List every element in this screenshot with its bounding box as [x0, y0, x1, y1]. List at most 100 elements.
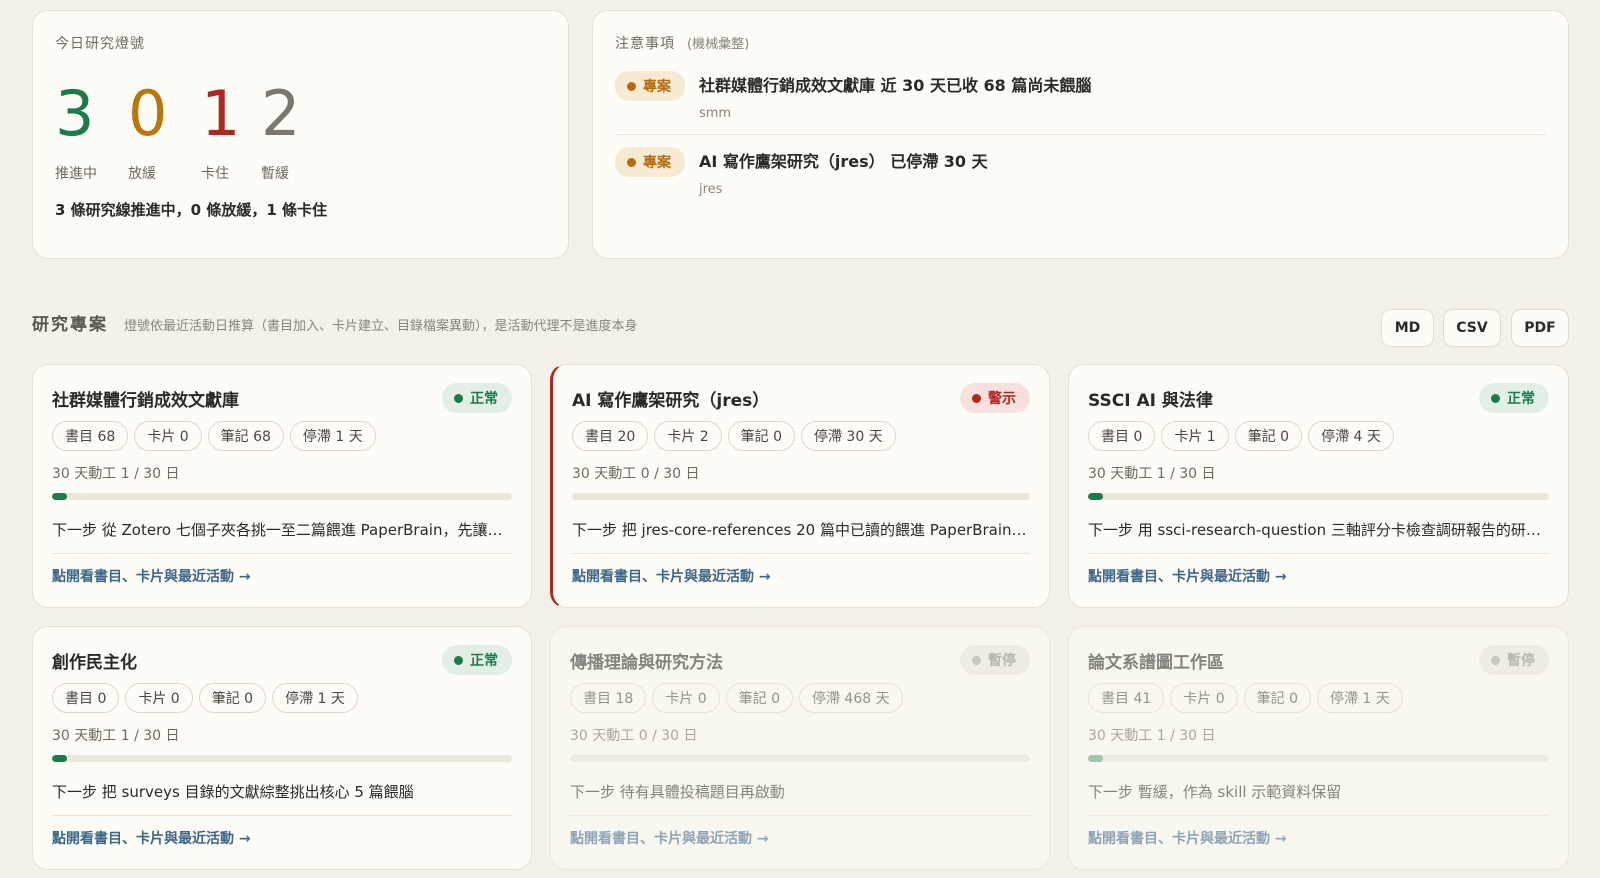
- light-counts: 3 0 1 2: [55, 79, 546, 149]
- stat-chip: 停滯 4 天: [1308, 421, 1394, 451]
- status-badge: 正常: [1479, 383, 1549, 413]
- notice-item[interactable]: 專案 AI 寫作鷹架研究（jres） 已停滯 30 天 jres: [615, 134, 1546, 210]
- project-card[interactable]: 社群媒體行銷成效文獻庫 正常 書目 68 卡片 0 筆記 68 停滯 1 天 30 天…: [32, 364, 532, 608]
- label-slowing: 放緩: [128, 166, 156, 182]
- next-step-text: 下一步 從 Zotero 七個子夾各挑一至二篇餵進 PaperBrain，先讓卡…: [52, 521, 512, 539]
- project-card[interactable]: SSCI AI 與法律 正常 書目 0 卡片 1 筆記 0 停滯 4 天 30 天動工…: [1068, 364, 1569, 608]
- project-detail-link[interactable]: 點開看書目、卡片與最近活動 →: [570, 828, 1030, 848]
- dot-icon: [627, 157, 636, 167]
- project-title: AI 寫作鷹架研究（jres）: [572, 390, 770, 411]
- stat-chip: 停滯 30 天: [800, 421, 896, 451]
- stat-chip: 書目 0: [52, 683, 120, 713]
- status-badge: 正常: [442, 383, 512, 413]
- activity-text: 30 天動工 1 / 30 日: [1088, 466, 1216, 482]
- stat-chip: 書目 68: [52, 421, 129, 451]
- project-title: SSCI AI 與法律: [1088, 390, 1213, 411]
- lights-summary: 3 條研究線推進中，0 條放緩，1 條卡住: [55, 201, 327, 219]
- notices-card: 注意事項 (機械彙整) 專案 社群媒體行銷成效文獻庫 近 30 天已收 68 篇…: [592, 10, 1569, 259]
- status-label: 暫停: [1507, 653, 1535, 669]
- export-pdf-button[interactable]: PDF: [1511, 309, 1569, 347]
- stat-chip: 筆記 68: [207, 421, 284, 451]
- research-lights-card: 今日研究燈號 3 0 1 2 推進中 放緩 卡住 暫緩 3 條研究線推進中，0 …: [32, 10, 569, 259]
- project-card[interactable]: 論文系譜圖工作區 暫停 書目 41 卡片 0 筆記 0 停滯 1 天 30 天動工 1…: [1068, 626, 1569, 870]
- activity-progress-bar: [572, 493, 1030, 500]
- notice-item[interactable]: 專案 社群媒體行銷成效文獻庫 近 30 天已收 68 篇尚未餵腦 smm: [615, 71, 1546, 134]
- status-label: 正常: [1507, 391, 1535, 407]
- divider: [52, 815, 512, 816]
- project-detail-link[interactable]: 點開看書目、卡片與最近活動 →: [1088, 566, 1549, 586]
- status-dot-icon: [1491, 655, 1500, 665]
- section-title: 研究專案: [32, 315, 108, 335]
- export-csv-button[interactable]: CSV: [1443, 309, 1501, 347]
- stat-chip: 筆記 0: [727, 421, 795, 451]
- divider: [570, 815, 1030, 816]
- project-detail-link[interactable]: 點開看書目、卡片與最近活動 →: [1088, 828, 1549, 848]
- dot-icon: [627, 81, 636, 91]
- activity-progress-fill: [1088, 493, 1104, 500]
- stat-chip: 卡片 0: [1170, 683, 1238, 713]
- status-dot-icon: [454, 655, 463, 665]
- export-md-button[interactable]: MD: [1381, 309, 1434, 347]
- activity-progress-fill: [1088, 755, 1104, 762]
- project-card[interactable]: 創作民主化 正常 書目 0 卡片 0 筆記 0 停滯 1 天 30 天動工 1 / 3…: [32, 626, 532, 870]
- next-step-text: 下一步 把 jres-core-references 20 篇中已讀的餵進 Pa…: [572, 521, 1030, 539]
- activity-progress-bar: [52, 755, 512, 762]
- section-description: 燈號依最近活動日推算（書目加入、卡片建立、目錄檔案異動），是活動代理不是進度本身: [124, 319, 638, 334]
- status-label: 正常: [470, 391, 498, 407]
- stat-chip: 卡片 2: [654, 421, 722, 451]
- stat-chip: 筆記 0: [1243, 683, 1311, 713]
- light-count-advancing: 3: [55, 79, 128, 149]
- status-dot-icon: [1491, 393, 1500, 403]
- stat-chip: 停滯 468 天: [798, 683, 903, 713]
- divider: [1088, 553, 1549, 554]
- stat-chip: 卡片 1: [1161, 421, 1229, 451]
- project-tag: 專案: [615, 147, 685, 177]
- label-paused: 暫緩: [261, 166, 289, 182]
- activity-progress-bar: [1088, 755, 1549, 762]
- count-slowing: 0: [128, 77, 168, 150]
- project-title: 社群媒體行銷成效文獻庫: [52, 390, 239, 411]
- status-dot-icon: [454, 393, 463, 403]
- project-card[interactable]: 傳播理論與研究方法 暫停 書目 18 卡片 0 筆記 0 停滯 468 天 30 天動…: [550, 626, 1050, 870]
- activity-text: 30 天動工 0 / 30 日: [570, 728, 698, 744]
- project-title: 論文系譜圖工作區: [1088, 652, 1224, 673]
- status-badge: 警示: [960, 383, 1030, 413]
- stat-chip: 停滯 1 天: [289, 421, 376, 451]
- label-advancing: 推進中: [55, 166, 97, 182]
- count-advancing: 3: [55, 77, 95, 150]
- activity-progress-bar: [1088, 493, 1549, 500]
- project-title: 傳播理論與研究方法: [570, 652, 723, 673]
- project-detail-link[interactable]: 點開看書目、卡片與最近活動 →: [52, 828, 512, 848]
- project-detail-link[interactable]: 點開看書目、卡片與最近活動 →: [572, 566, 1030, 586]
- stat-chip: 筆記 0: [198, 683, 267, 713]
- activity-text: 30 天動工 1 / 30 日: [52, 728, 180, 744]
- divider: [572, 553, 1030, 554]
- project-stats: 書目 68 卡片 0 筆記 68 停滯 1 天: [52, 421, 512, 451]
- project-title: 創作民主化: [52, 652, 137, 673]
- project-detail-link[interactable]: 點開看書目、卡片與最近活動 →: [52, 566, 512, 586]
- stat-chip: 卡片 0: [134, 421, 202, 451]
- activity-progress-bar: [52, 493, 512, 500]
- lights-label: 今日研究燈號: [55, 36, 145, 52]
- activity-progress-bar: [570, 755, 1030, 762]
- project-tag-label: 專案: [643, 79, 671, 95]
- project-tag-label: 專案: [643, 155, 671, 171]
- project-stats: 書目 20 卡片 2 筆記 0 停滯 30 天: [572, 421, 1030, 451]
- project-stats: 書目 18 卡片 0 筆記 0 停滯 468 天: [570, 683, 1030, 713]
- project-card[interactable]: AI 寫作鷹架研究（jres） 警示 書目 20 卡片 2 筆記 0 停滯 30 天 …: [550, 364, 1050, 608]
- status-label: 暫停: [988, 653, 1016, 669]
- notice-title: AI 寫作鷹架研究（jres） 已停滯 30 天: [699, 152, 988, 171]
- light-count-stuck: 1: [201, 79, 261, 149]
- notice-sub: smm: [699, 106, 732, 121]
- light-count-paused: 2: [261, 79, 334, 149]
- next-step-text: 下一步 用 ssci-research-question 三軸評分卡檢查調研報告…: [1088, 521, 1549, 539]
- stat-chip: 筆記 0: [725, 683, 793, 713]
- stat-chip: 停滯 1 天: [272, 683, 358, 713]
- notice-sub: jres: [699, 182, 723, 197]
- notice-title: 社群媒體行銷成效文獻庫 近 30 天已收 68 篇尚未餵腦: [699, 76, 1092, 95]
- stat-chip: 書目 0: [1088, 421, 1156, 451]
- stat-chip: 卡片 0: [125, 683, 193, 713]
- next-step-text: 下一步 把 surveys 目錄的文獻綜整挑出核心 5 篇餵腦: [52, 783, 414, 801]
- activity-text: 30 天動工 1 / 30 日: [52, 466, 180, 482]
- project-stats: 書目 41 卡片 0 筆記 0 停滯 1 天: [1088, 683, 1549, 713]
